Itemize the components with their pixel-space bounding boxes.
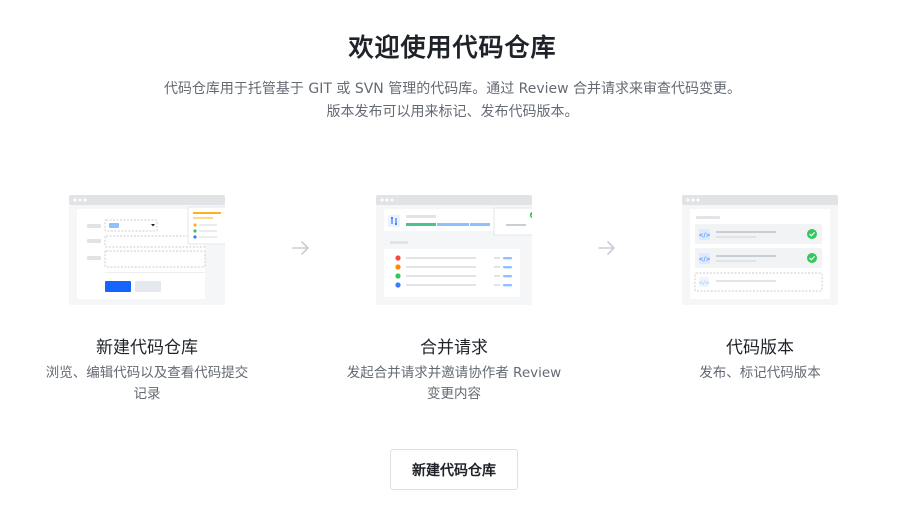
code-version-illustration: </> </> </>: [682, 195, 838, 305]
merge-request-illustration: [376, 195, 532, 305]
arrow-right-icon: [598, 241, 615, 255]
svg-text:</>: </>: [698, 281, 709, 287]
feature-description-line: 记录: [133, 386, 161, 402]
page-description: 代码仓库用于托管基于 GIT 或 SVN 管理的代码库。通过 Review 合并…: [0, 78, 905, 124]
feature-description-line: 变更内容: [427, 386, 481, 402]
create-repository-button[interactable]: 新建代码仓库: [390, 449, 518, 490]
feature-title: 合并请求: [420, 338, 488, 358]
feature-description-line: 发起合并请求并邀请协作者 Review: [346, 365, 562, 381]
description-line-2: 版本发布可以用来标记、发布代码版本。: [326, 104, 579, 120]
feature-description-line: 发布、标记代码版本: [699, 365, 821, 381]
feature-title: 代码版本: [726, 338, 794, 358]
description-line-1: 代码仓库用于托管基于 GIT 或 SVN 管理的代码库。通过 Review 合并…: [163, 81, 742, 97]
page-title: 欢迎使用代码仓库: [348, 33, 557, 62]
feature-description: 浏览、编辑代码以及查看代码提交 记录: [22, 363, 272, 405]
svg-text:</>: </>: [698, 256, 710, 263]
feature-description: 发起合并请求并邀请协作者 Review 变更内容: [329, 363, 579, 405]
feature-description: 发布、标记代码版本: [635, 363, 885, 384]
svg-text:</>: </>: [698, 232, 710, 239]
arrow-right-icon: [292, 241, 309, 255]
repository-illustration: [69, 195, 225, 305]
feature-description-line: 浏览、编辑代码以及查看代码提交: [45, 365, 249, 381]
feature-title: 新建代码仓库: [96, 338, 198, 358]
